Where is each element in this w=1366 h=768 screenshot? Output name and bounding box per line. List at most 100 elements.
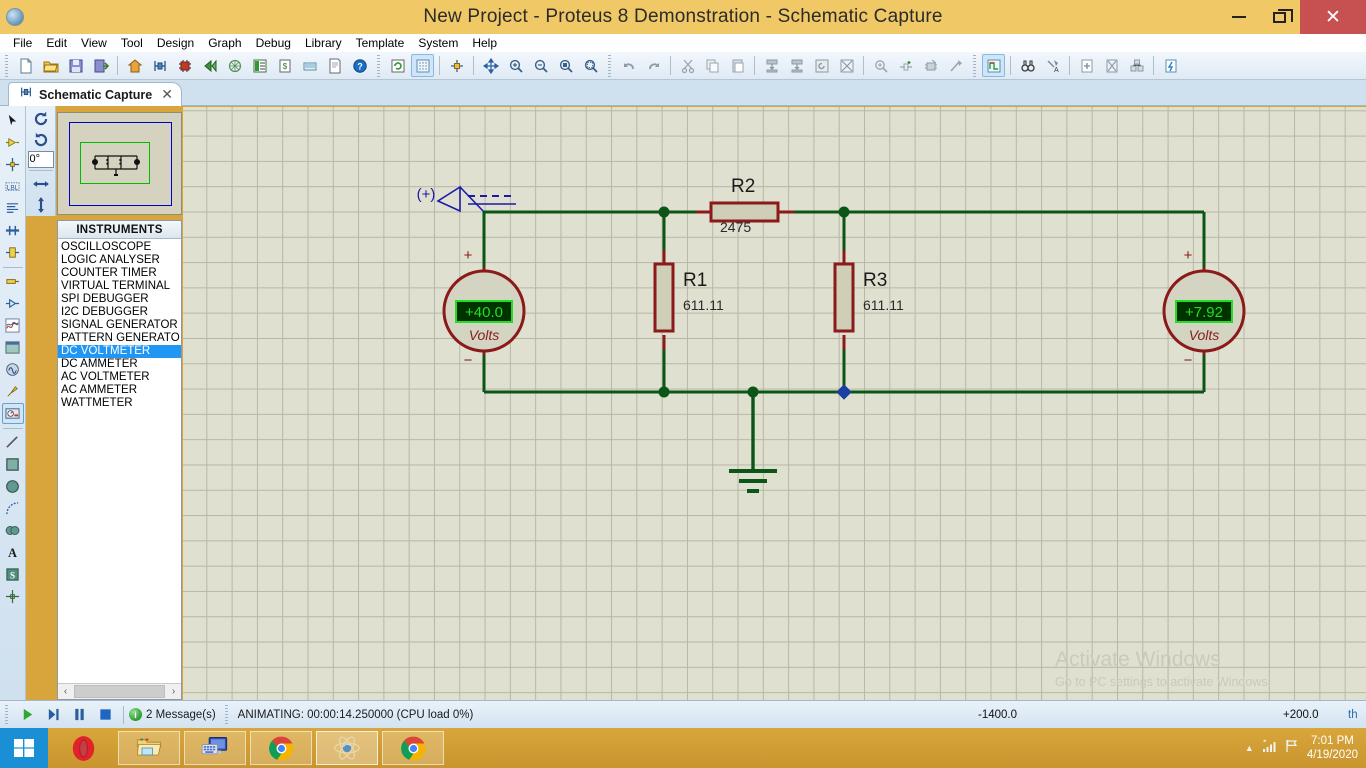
instrument-item-counter-timer[interactable]: COUNTER TIMER: [58, 267, 181, 280]
text-tool-icon[interactable]: A: [2, 542, 24, 563]
zoom-to-area-icon[interactable]: [579, 54, 602, 77]
network-signal-icon[interactable]: [1261, 738, 1277, 759]
instrument-item-dc-voltmeter[interactable]: DC VOLTMETER: [58, 345, 181, 358]
report-icon[interactable]: [323, 54, 346, 77]
new-sheet-icon[interactable]: [1075, 54, 1098, 77]
pan-icon[interactable]: [479, 54, 502, 77]
block-copy-icon[interactable]: [760, 54, 783, 77]
play-button[interactable]: [14, 703, 40, 727]
opera-taskbar-icon[interactable]: [52, 731, 114, 765]
block-rotate-icon[interactable]: [810, 54, 833, 77]
terminals-mode-icon[interactable]: [2, 271, 24, 292]
text-script-mode-icon[interactable]: [2, 198, 24, 219]
bill-of-materials-icon[interactable]: $: [273, 54, 296, 77]
tab-schematic-capture[interactable]: Schematic Capture ✕: [8, 82, 182, 106]
menu-item-system[interactable]: System: [411, 35, 465, 51]
menu-item-template[interactable]: Template: [349, 35, 412, 51]
cut-icon[interactable]: [676, 54, 699, 77]
search-and-tag-icon[interactable]: [1016, 54, 1039, 77]
instrument-item-ac-voltmeter[interactable]: AC VOLTMETER: [58, 371, 181, 384]
voltage-probe-marker[interactable]: [436, 185, 516, 213]
wire-label-mode-icon[interactable]: LBL: [2, 176, 24, 197]
pcb-layout-icon[interactable]: [173, 54, 196, 77]
block-move-icon[interactable]: [785, 54, 808, 77]
open-project-icon[interactable]: [39, 54, 62, 77]
schematic-canvas[interactable]: R2 2475 R1 611.11 R3 611.11 +40.0 Volts …: [183, 107, 1366, 700]
instrument-item-logic-analyser[interactable]: LOGIC ANALYSER: [58, 254, 181, 267]
instrument-item-wattmeter[interactable]: WATTMETER: [58, 397, 181, 410]
schematic-preview-panel[interactable]: [57, 112, 182, 215]
line-tool-icon[interactable]: [2, 432, 24, 453]
exit-sheet-icon[interactable]: [1125, 54, 1148, 77]
instrument-item-virtual-terminal[interactable]: VIRTUAL TERMINAL: [58, 280, 181, 293]
toggle-grid-icon[interactable]: [411, 54, 434, 77]
scroll-right-icon[interactable]: ›: [166, 684, 181, 699]
design-explorer-2-icon[interactable]: [1159, 54, 1182, 77]
messages-info-icon[interactable]: i: [129, 708, 142, 721]
menu-item-tool[interactable]: Tool: [114, 35, 150, 51]
generator-mode-icon[interactable]: [2, 359, 24, 380]
scroll-thumb[interactable]: [74, 685, 165, 698]
instrument-item-signal-generator[interactable]: SIGNAL GENERATOR: [58, 319, 181, 332]
tab-close-icon[interactable]: ✕: [161, 86, 173, 103]
instrument-item-pattern-generator[interactable]: PATTERN GENERATO: [58, 332, 181, 345]
remove-sheet-icon[interactable]: [1100, 54, 1123, 77]
instrument-item-dc-ammeter[interactable]: DC AMMETER: [58, 358, 181, 371]
menu-item-view[interactable]: View: [74, 35, 114, 51]
messages-count-label[interactable]: 2 Message(s): [146, 709, 216, 721]
mirror-horizontal-icon[interactable]: [28, 173, 54, 195]
menu-item-file[interactable]: File: [6, 35, 39, 51]
voltage-probe-mode-icon[interactable]: [2, 381, 24, 402]
component-mode-icon[interactable]: [2, 132, 24, 153]
toolbar-grip-4[interactable]: [971, 54, 978, 77]
path-tool-icon[interactable]: [2, 520, 24, 541]
device-pins-mode-icon[interactable]: [2, 293, 24, 314]
virtual-instruments-mode-icon[interactable]: [1, 403, 24, 424]
step-button[interactable]: [40, 703, 66, 727]
home-page-icon[interactable]: [123, 54, 146, 77]
chrome-2-taskbar-icon[interactable]: [382, 731, 444, 765]
statusbar-grip-2[interactable]: [223, 704, 230, 725]
pick-device-icon[interactable]: [869, 54, 892, 77]
rotate-counterclockwise-icon[interactable]: [28, 130, 54, 152]
taskbar-clock[interactable]: 7:01 PM 4/19/2020: [1307, 734, 1358, 762]
stop-button[interactable]: [92, 703, 118, 727]
resistor-R3[interactable]: [833, 262, 855, 333]
rotate-clockwise-icon[interactable]: [28, 108, 54, 130]
make-device-icon[interactable]: [894, 54, 917, 77]
mirror-vertical-icon[interactable]: [28, 194, 54, 216]
new-project-icon[interactable]: [14, 54, 37, 77]
import-export-icon[interactable]: [89, 54, 112, 77]
menu-item-library[interactable]: Library: [298, 35, 349, 51]
instrument-item-spi-debugger[interactable]: SPI DEBUGGER: [58, 293, 181, 306]
3d-visualizer-icon[interactable]: [198, 54, 221, 77]
box-tool-icon[interactable]: [2, 454, 24, 475]
instruments-horizontal-scrollbar[interactable]: ‹ ›: [58, 683, 181, 699]
menu-item-edit[interactable]: Edit: [39, 35, 74, 51]
toolbar-grip[interactable]: [3, 54, 10, 77]
paste-icon[interactable]: [726, 54, 749, 77]
instrument-item-oscilloscope[interactable]: OSCILLOSCOPE: [58, 241, 181, 254]
ground-symbol[interactable]: [729, 392, 777, 493]
file-explorer-taskbar-icon[interactable]: [118, 731, 180, 765]
copy-icon[interactable]: [701, 54, 724, 77]
instruments-list[interactable]: OSCILLOSCOPE LOGIC ANALYSER COUNTER TIME…: [58, 240, 181, 682]
marker-tool-icon[interactable]: [2, 586, 24, 607]
remote-desktop-taskbar-icon[interactable]: [184, 731, 246, 765]
proteus-taskbar-icon[interactable]: [316, 731, 378, 765]
flag-icon[interactable]: [1284, 738, 1300, 759]
junction-dot-mode-icon[interactable]: [2, 154, 24, 175]
scroll-left-icon[interactable]: ‹: [58, 684, 73, 699]
instrument-item-i2c-debugger[interactable]: I2C DEBUGGER: [58, 306, 181, 319]
project-notes-icon[interactable]: [298, 54, 321, 77]
graph-mode-icon[interactable]: [2, 315, 24, 336]
chrome-taskbar-icon[interactable]: [250, 731, 312, 765]
instrument-item-ac-ammeter[interactable]: AC AMMETER: [58, 384, 181, 397]
menu-item-help[interactable]: Help: [465, 35, 504, 51]
packaging-tool-icon[interactable]: [919, 54, 942, 77]
tape-recorder-mode-icon[interactable]: [2, 337, 24, 358]
wire-autorouter-icon[interactable]: [982, 54, 1005, 77]
save-project-icon[interactable]: [64, 54, 87, 77]
arc-tool-icon[interactable]: [2, 498, 24, 519]
statusbar-grip[interactable]: [4, 704, 10, 725]
